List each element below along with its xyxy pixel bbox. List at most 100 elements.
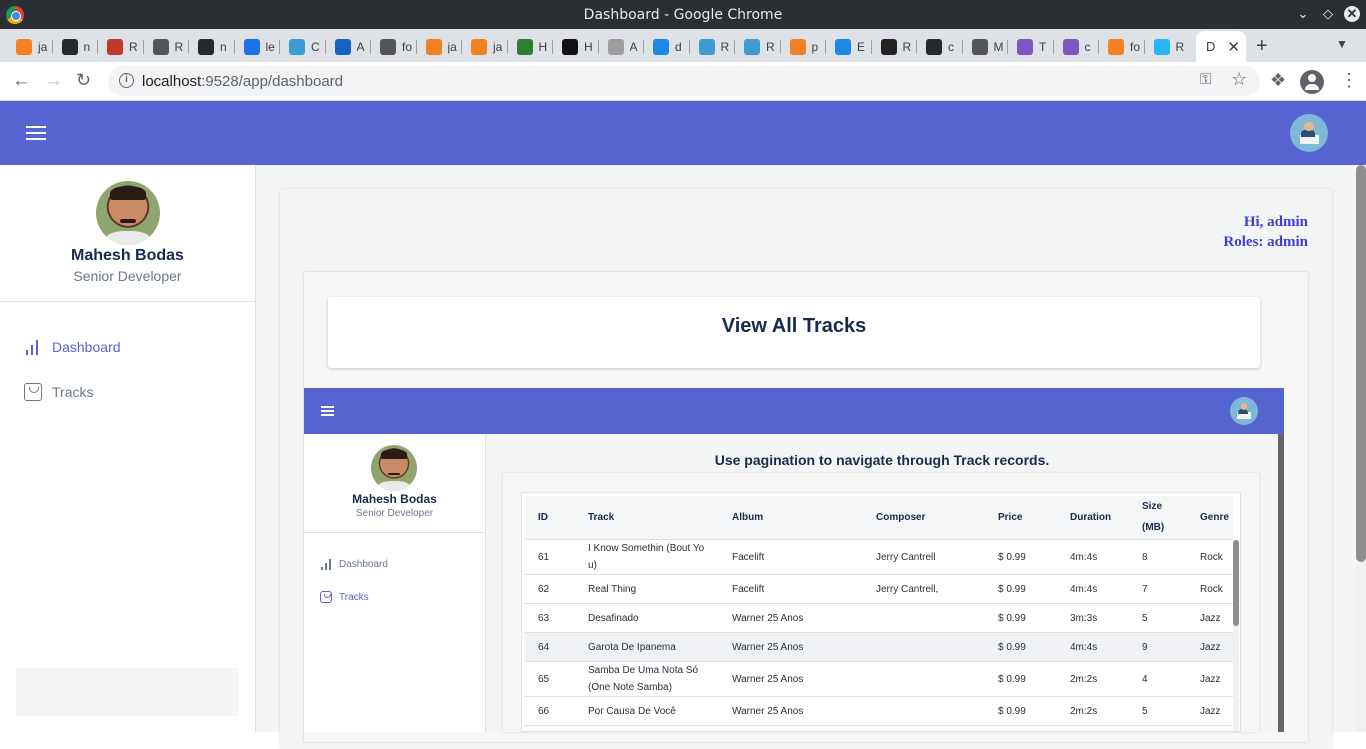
preview-nav-label: Tracks [339,591,369,603]
chevron-down-icon[interactable]: ⌄ [1294,5,1312,23]
table-row[interactable]: 65 Samba De Uma Nota Só (One Note Samba) Wa… [525,662,1233,697]
user-avatar[interactable] [96,181,160,245]
sidebar-item-tracks[interactable]: Tracks [24,383,93,401]
browser-tab[interactable]: ja [415,35,460,59]
tab-title: R [902,40,912,54]
browser-tab[interactable]: n [188,35,232,59]
tab-active[interactable]: D ✕ [1196,31,1246,62]
browser-tab[interactable]: c [916,35,960,59]
address-bar[interactable]: i localhost:9528/app/dashboard ⚿ ☆ [108,66,1260,96]
mui-icon [744,39,760,55]
tab-close-icon[interactable]: ✕ [1227,38,1240,56]
browser-tab[interactable]: R [142,35,187,59]
col-album[interactable]: Album [732,507,763,528]
globe-icon [152,39,169,55]
window-title: Dashboard - Google Chrome [583,7,783,23]
browser-tab[interactable]: n [51,35,96,59]
browser-tab[interactable]: H [506,35,551,59]
link-icon [516,39,533,55]
browser-tab[interactable]: ja [461,35,505,59]
tab-title: fo [1130,40,1141,54]
browser-tab[interactable]: H [552,35,596,59]
browser-tab[interactable]: d [643,35,687,59]
mui-icon [698,39,715,55]
col-size[interactable]: Size [1142,496,1162,517]
cell-track: Por Causa De Você [588,706,676,717]
cell-album: Warner 25 Anos [732,613,804,624]
col-size-unit[interactable]: (MB) [1142,517,1164,538]
table-row[interactable]: 64 Garota De Ipanema Warner 25 Anos $ 0.99 4… [525,633,1233,662]
site-info-icon[interactable]: i [119,73,134,88]
table-scrollbar[interactable] [1233,540,1239,731]
browser-tab[interactable]: R [1143,35,1188,59]
url-text[interactable]: localhost:9528/app/dashboard [142,73,343,90]
tracks-table: ID Track Album Composer Price Duration S… [521,492,1241,732]
col-duration[interactable]: Duration [1070,507,1111,528]
diamond-icon[interactable]: ◇ [1319,5,1337,23]
tab-title: le [265,40,275,54]
tab-title: E [857,40,866,54]
browser-tab[interactable]: M [961,35,1006,59]
table-row[interactable]: 62 Real Thing Facelift Jerry Cantrell, $ 0.9… [525,575,1233,604]
col-genre[interactable]: Genre [1200,507,1229,528]
browser-tab[interactable]: fo [1098,35,1142,59]
page-scrollbar[interactable] [1356,165,1366,732]
tab-title: H [584,40,593,54]
browser-tab[interactable]: ja [6,35,50,59]
browser-tab[interactable]: c [1052,35,1097,59]
browser-tab[interactable]: A [324,35,369,59]
sidebar-item-dashboard[interactable]: Dashboard [24,339,121,355]
browser-tab[interactable]: C [279,35,323,59]
browser-tab[interactable]: fo [370,35,414,59]
table-row[interactable]: 61 I Know Somethin (Bout Yo u) Facelift Jerr… [525,540,1233,575]
scrollbar-thumb[interactable] [1356,165,1366,562]
browser-tab[interactable]: R [97,35,141,59]
browser-tab[interactable]: p [779,35,824,59]
browser-tab[interactable]: T [1007,35,1051,59]
bookmark-star-icon[interactable]: ☆ [1231,69,1247,90]
browser-tab[interactable]: R [688,35,733,59]
page-title-card: View All Tracks [328,297,1260,368]
tab-active-label: D [1206,39,1216,54]
profile-icon[interactable] [1300,70,1324,94]
tab-title: R [129,40,138,54]
extensions-icon[interactable]: ❖ [1270,70,1286,91]
back-icon[interactable]: ← [12,70,31,92]
table-row[interactable]: 63 Desafinado Warner 25 Anos $ 0.99 3m:3s 5 Ja… [525,604,1233,633]
cell-track-line1: I Know Somethin (Bout Yo [588,543,705,554]
browser-tab[interactable]: A [597,35,642,59]
browser-tab[interactable]: R [870,35,915,59]
sidebar-footer [16,668,239,716]
col-track[interactable]: Track [588,507,614,528]
tab-search-icon[interactable]: ▼ [1336,37,1348,51]
table-scrollbar-thumb[interactable] [1233,540,1239,626]
menu-icon[interactable] [26,126,46,144]
col-price[interactable]: Price [998,507,1022,528]
stackoverflow-icon [16,39,32,55]
col-id[interactable]: ID [538,507,548,528]
table-row[interactable]: 66 Por Causa De Você Warner 25 Anos $ 0.99 2… [525,697,1233,726]
cell-genre: Rock [1200,584,1223,595]
sidebar-item-label: Tracks [52,384,94,400]
preview-scrollbar [1278,434,1284,732]
browser-tab[interactable]: le [233,35,278,59]
stackoverflow-icon [425,39,442,55]
forward-icon[interactable]: → [44,70,63,92]
col-composer[interactable]: Composer [876,507,925,528]
preview-account-avatar [1230,397,1258,425]
browser-tab[interactable]: E [825,35,869,59]
tab-title: R [720,40,730,54]
tab-title: p [811,40,819,54]
account-avatar[interactable] [1290,114,1328,152]
cell-track-line1: Samba De Uma Nota Só [588,665,699,676]
new-tab-button[interactable]: + [1256,35,1268,58]
cell-id: 66 [538,706,550,717]
menu-dots-icon[interactable]: ⋮ [1340,70,1358,91]
reload-icon[interactable]: ↻ [76,70,91,91]
preview-user-role: Senior Developer [355,508,434,519]
browser-tab[interactable]: R [734,35,778,59]
cell-price: $ 0.99 [998,552,1026,563]
cell-track-line2: u) [588,560,597,571]
key-icon[interactable]: ⚿ [1200,71,1211,88]
close-icon[interactable]: ✕ [1344,6,1360,22]
